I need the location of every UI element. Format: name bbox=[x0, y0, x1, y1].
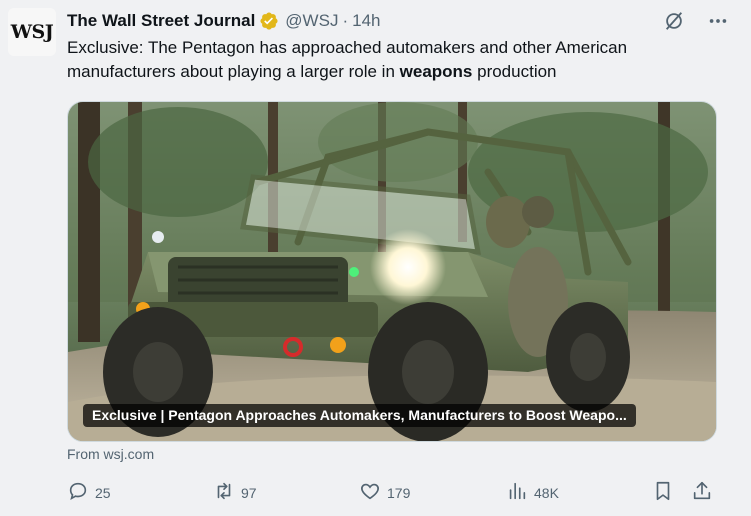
avatar[interactable]: WSJ bbox=[8, 8, 56, 56]
reply-count: 25 bbox=[95, 484, 111, 501]
tweet-header: The Wall Street Journal @WSJ · 14h bbox=[67, 10, 381, 32]
link-card-image[interactable]: Exclusive | Pentagon Approaches Automake… bbox=[67, 101, 717, 442]
share-button[interactable] bbox=[691, 480, 713, 505]
reply-button[interactable]: 25 bbox=[67, 480, 111, 505]
reply-icon bbox=[67, 480, 89, 505]
action-bar: 25 97 179 48K bbox=[67, 480, 717, 508]
more-icon[interactable] bbox=[707, 10, 729, 37]
timestamp[interactable]: 14h bbox=[352, 11, 380, 31]
bookmark-icon bbox=[652, 480, 674, 505]
share-icon bbox=[691, 480, 713, 505]
card-title[interactable]: Exclusive | Pentagon Approaches Automake… bbox=[83, 404, 636, 427]
views-icon bbox=[506, 480, 528, 505]
repost-icon bbox=[213, 480, 235, 505]
tweet[interactable]: WSJ The Wall Street Journal @WSJ · 14h E… bbox=[0, 0, 751, 516]
like-button[interactable]: 179 bbox=[359, 480, 410, 505]
like-count: 179 bbox=[387, 484, 411, 501]
military-vehicle-photo bbox=[68, 102, 716, 441]
grok-icon[interactable] bbox=[663, 10, 685, 37]
handle[interactable]: @WSJ bbox=[285, 11, 338, 31]
views-count: 48K bbox=[534, 484, 559, 501]
display-name[interactable]: The Wall Street Journal bbox=[67, 11, 255, 31]
verified-badge-icon[interactable] bbox=[259, 11, 279, 31]
top-actions bbox=[663, 10, 729, 37]
separator: · bbox=[342, 11, 349, 30]
avatar-text: WSJ bbox=[10, 21, 54, 43]
tweet-text-end: production bbox=[472, 62, 557, 81]
tweet-text-bold: weapons bbox=[399, 62, 473, 81]
bookmark-button[interactable] bbox=[652, 480, 674, 505]
repost-count: 97 bbox=[241, 484, 257, 501]
repost-button[interactable]: 97 bbox=[213, 480, 257, 505]
views-button[interactable]: 48K bbox=[506, 480, 559, 505]
like-icon bbox=[359, 480, 381, 505]
tweet-text: Exclusive: The Pentagon has approached a… bbox=[67, 36, 727, 84]
card-source[interactable]: From wsj.com bbox=[67, 446, 154, 462]
